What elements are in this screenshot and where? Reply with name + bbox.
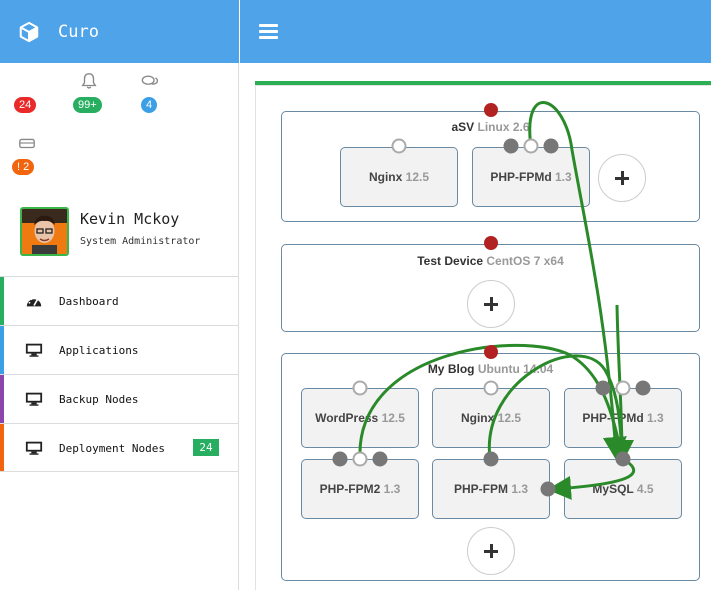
output-port — [540, 481, 556, 497]
add-service-button[interactable] — [467, 527, 515, 575]
hard-drive-icon[interactable] — [18, 134, 36, 152]
device-os: Linux 2.6 — [477, 120, 530, 134]
service-name: PHP-FPM2 — [319, 482, 381, 496]
device-card[interactable]: aSV Linux 2.6 Nginx 12.5 PHP-FPMd 1.3 — [281, 111, 700, 222]
device-os: Ubuntu 14.04 — [477, 362, 554, 376]
output-port — [595, 380, 611, 396]
avatar[interactable] — [20, 207, 69, 256]
service-node[interactable]: PHP-FPMd 1.3 — [564, 388, 682, 448]
device-name: My Blog — [427, 362, 475, 376]
service-node[interactable]: PHP-FPMd 1.3 — [472, 147, 590, 207]
output-port — [635, 380, 651, 396]
service-version: 1.3 — [511, 482, 529, 496]
cube-icon — [19, 21, 39, 43]
avatar-image — [22, 209, 67, 254]
dashboard-gauge-icon — [26, 296, 42, 307]
service-version: 12.5 — [497, 411, 522, 425]
nav-accent-bar — [0, 375, 4, 423]
device-os: CentOS 7 x64 — [486, 254, 564, 268]
monitor-icon — [25, 392, 43, 406]
service-name: PHP-FPM — [453, 482, 508, 496]
notifications-badge: 99+ — [73, 97, 102, 113]
chat-icon[interactable] — [141, 73, 159, 91]
service-name: Nginx — [460, 411, 495, 425]
device-status-indicator — [484, 236, 498, 250]
service-name: Nginx — [368, 170, 403, 184]
storage-badge: ! 2 — [12, 159, 35, 175]
output-port — [372, 451, 388, 467]
service-version: 12.5 — [381, 411, 405, 425]
messages-badge: 4 — [141, 97, 158, 113]
output-port — [503, 138, 519, 154]
top-bar — [240, 0, 711, 63]
service-version: 1.3 — [555, 170, 572, 184]
input-port — [523, 138, 539, 154]
service-node[interactable]: Nginx 12.5 — [432, 388, 550, 448]
device-title: aSV Linux 2.6 — [282, 120, 699, 134]
nav-accent-bar — [0, 277, 4, 325]
sidebar-item-label: Backup Nodes — [59, 393, 139, 406]
device-title: Test Device CentOS 7 x64 — [282, 254, 699, 268]
service-node[interactable]: WordPress 12.5 — [301, 388, 419, 448]
bell-icon[interactable] — [80, 72, 98, 90]
input-port — [615, 380, 631, 396]
input-port — [391, 138, 407, 154]
device-card[interactable]: Test Device CentOS 7 x64 — [281, 244, 700, 332]
alerts-badge: 24 — [14, 97, 37, 113]
device-status-indicator — [484, 103, 498, 117]
add-service-button[interactable] — [598, 154, 646, 202]
sidebar-nav: Dashboard Applications Backup Nodes Depl… — [0, 276, 239, 472]
sidebar-item-label: Deployment Nodes — [59, 442, 165, 455]
profile-role: System Administrator — [80, 236, 201, 247]
sidebar-item-deployment-nodes[interactable]: Deployment Nodes 24 — [0, 423, 239, 472]
service-version: 1.3 — [647, 411, 664, 425]
service-node[interactable]: Nginx 12.5 — [340, 147, 458, 207]
service-name: MySQL — [592, 482, 634, 496]
profile-name[interactable]: Kevin Mckoy — [80, 210, 179, 228]
add-service-button[interactable] — [467, 280, 515, 328]
input-port — [352, 380, 368, 396]
sidebar: 24 99+ 4 ! 2 Kevin Mckoy System Administ… — [0, 63, 239, 590]
nav-accent-bar — [0, 424, 4, 471]
service-node[interactable]: PHP-FPM 1.3 — [432, 459, 550, 519]
device-status-indicator — [484, 345, 498, 359]
sidebar-item-backup-nodes[interactable]: Backup Nodes — [0, 374, 239, 423]
sidebar-item-label: Dashboard — [59, 295, 119, 308]
sidebar-item-applications[interactable]: Applications — [0, 325, 239, 374]
input-port — [483, 380, 499, 396]
service-name: PHP-FPMd — [582, 411, 644, 425]
brand-header: Curo — [0, 0, 239, 63]
menu-toggle-icon[interactable] — [259, 24, 278, 40]
service-version: 12.5 — [405, 170, 430, 184]
output-port — [615, 451, 631, 467]
service-name: WordPress — [315, 411, 379, 425]
service-node[interactable]: PHP-FPM2 1.3 — [301, 459, 419, 519]
input-port — [352, 451, 368, 467]
monitor-icon — [25, 343, 43, 357]
device-name: Test Device — [417, 254, 484, 268]
sidebar-item-dashboard[interactable]: Dashboard — [0, 276, 239, 325]
app-title: Curo — [58, 22, 99, 42]
service-name: PHP-FPMd — [490, 170, 552, 184]
deployment-count-badge: 24 — [193, 439, 219, 456]
output-port — [332, 451, 348, 467]
output-port — [483, 451, 499, 467]
device-title: My Blog Ubuntu 14.04 — [282, 362, 699, 376]
service-node[interactable]: MySQL 4.5 — [564, 459, 682, 519]
service-version: 4.5 — [636, 482, 654, 496]
service-version: 1.3 — [383, 482, 401, 496]
monitor-icon — [25, 441, 43, 455]
output-port — [543, 138, 559, 154]
sidebar-item-label: Applications — [59, 344, 139, 357]
device-name: aSV — [451, 120, 475, 134]
main-content: aSV Linux 2.6 Nginx 12.5 PHP-FPMd 1.3 Te… — [240, 63, 711, 590]
nav-accent-bar — [0, 326, 4, 374]
